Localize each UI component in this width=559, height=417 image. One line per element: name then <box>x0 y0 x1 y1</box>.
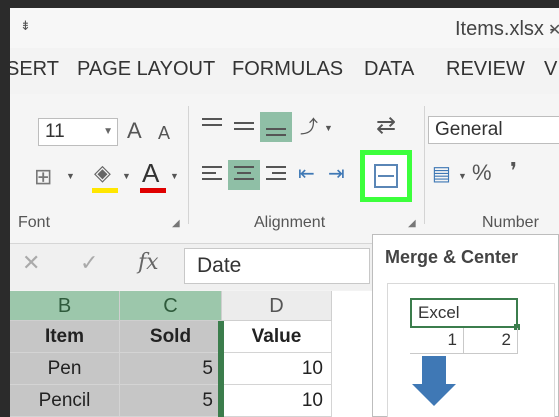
preview-cell: 1 <box>410 328 464 354</box>
orientation-icon[interactable]: ⤴ <box>300 118 318 136</box>
accounting-format-icon[interactable]: ▤ <box>432 164 451 184</box>
merge-and-center-icon <box>374 164 398 188</box>
tooltip-preview-image: Excel 1 2 <box>387 283 555 417</box>
window-title: Items.xlsx - E <box>455 18 559 40</box>
table-cell[interactable]: Pencil <box>10 385 120 417</box>
decrease-indent-icon[interactable]: ⇤ <box>298 164 315 184</box>
increase-font-size-button[interactable]: A <box>127 120 142 142</box>
font-group-label: Font <box>18 214 51 231</box>
font-size-dropdown[interactable]: 11 ▼ <box>38 118 118 146</box>
align-right-icon[interactable] <box>260 160 292 190</box>
chevron-down-icon[interactable]: ▼ <box>122 172 131 181</box>
comma-style-button[interactable]: ❜ <box>510 160 517 182</box>
tab-data[interactable]: DATA <box>364 58 414 81</box>
alignment-dialog-launcher-icon[interactable]: ◢ <box>408 218 416 229</box>
number-format-dropdown[interactable]: General <box>428 116 559 144</box>
chevron-down-icon[interactable]: ▼ <box>170 172 179 181</box>
fill-color-icon[interactable]: ◈ <box>94 162 111 184</box>
quick-access-customize-icon[interactable]: ⇟ <box>20 18 31 34</box>
align-left-icon[interactable] <box>196 160 228 190</box>
table-cell[interactable]: 5 <box>120 385 222 417</box>
worksheet-grid: B C D Item Sold Value Pen 5 10 Pencil 5 … <box>10 291 380 417</box>
preview-cell: 2 <box>464 328 518 354</box>
ribbon-tabs: SERT PAGE LAYOUT FORMULAS DATA REVIEW V <box>10 52 559 88</box>
alignment-group-label: Alignment <box>254 214 326 231</box>
merge-center-tooltip: Merge & Center Excel 1 2 <box>372 234 559 417</box>
number-group-label: Number <box>482 214 539 231</box>
chevron-down-icon[interactable]: ▼ <box>324 124 333 133</box>
preview-merged-cell: Excel <box>410 298 520 330</box>
chevron-down-icon[interactable]: ▼ <box>66 172 75 181</box>
formula-input[interactable]: Date <box>184 248 370 284</box>
tooltip-title: Merge & Center <box>385 247 519 267</box>
fill-color-swatch <box>92 188 118 193</box>
bottom-align-icon[interactable] <box>260 112 292 142</box>
cancel-icon[interactable]: ✕ <box>22 250 40 276</box>
group-divider <box>424 106 425 224</box>
down-arrow-head <box>412 384 456 406</box>
formula-value: Date <box>197 254 242 277</box>
tab-review[interactable]: REVIEW <box>446 58 525 81</box>
font-dialog-launcher-icon[interactable]: ◢ <box>172 218 180 229</box>
borders-icon[interactable]: ⊞ <box>34 166 52 188</box>
chevron-down-icon[interactable]: ▼ <box>458 172 467 181</box>
excel-window: ⇟ Items.xlsx - E ✕ SERT PAGE LAYOUT FORM… <box>10 8 559 417</box>
column-header-d[interactable]: D <box>222 291 332 321</box>
cell-c-header[interactable]: Sold <box>120 321 222 353</box>
column-header-c[interactable]: C <box>120 291 222 321</box>
font-color-swatch <box>140 188 166 193</box>
tab-insert[interactable]: SERT <box>10 58 59 81</box>
align-center-icon[interactable] <box>228 160 260 190</box>
top-align-icon[interactable] <box>196 112 228 142</box>
tab-view[interactable]: V <box>544 58 557 81</box>
middle-align-icon[interactable] <box>228 112 260 142</box>
tab-formulas[interactable]: FORMULAS <box>232 58 343 81</box>
cell-b-header[interactable]: Item <box>10 321 120 353</box>
table-cell[interactable]: 5 <box>120 353 222 385</box>
table-cell[interactable]: 10 <box>222 385 332 417</box>
table-cell[interactable]: Pen <box>10 353 120 385</box>
ribbon: 11 ▼ A A ⊞ ▼ ◈ ▼ A ▼ Font ◢ ⤴ ▼ ⇄ ⇤ ⇥ Al… <box>10 94 559 244</box>
font-color-icon[interactable]: A <box>142 160 159 186</box>
insert-function-icon[interactable]: fx <box>138 250 159 275</box>
wrap-text-icon[interactable]: ⇄ <box>376 114 396 138</box>
font-size-value: 11 <box>45 121 65 142</box>
percent-style-button[interactable]: % <box>472 162 492 184</box>
enter-icon[interactable]: ✓ <box>80 250 98 276</box>
column-header-b[interactable]: B <box>10 291 120 321</box>
close-icon[interactable]: ✕ <box>548 20 559 40</box>
increase-indent-icon[interactable]: ⇥ <box>328 164 345 184</box>
title-bar: ⇟ Items.xlsx - E ✕ <box>10 8 559 48</box>
number-format-value: General <box>435 119 503 140</box>
decrease-font-size-button[interactable]: A <box>158 124 170 142</box>
tab-page-layout[interactable]: PAGE LAYOUT <box>77 58 215 81</box>
cell-d-header[interactable]: Value <box>222 321 332 353</box>
chevron-down-icon: ▼ <box>103 126 113 137</box>
merge-and-center-button[interactable] <box>360 150 412 202</box>
table-cell[interactable]: 10 <box>222 353 332 385</box>
group-divider <box>188 106 189 224</box>
selection-border <box>218 321 224 417</box>
